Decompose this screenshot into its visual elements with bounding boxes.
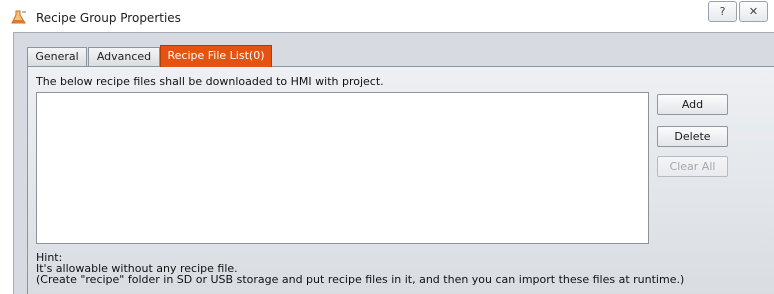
title-bar: Recipe Group Properties ? ✕ bbox=[0, 0, 774, 32]
hint-text: Hint: It's allowable without any recipe … bbox=[36, 252, 684, 285]
close-button[interactable]: ✕ bbox=[739, 1, 768, 22]
recipe-file-list[interactable] bbox=[36, 92, 649, 244]
recipe-flask-icon bbox=[11, 10, 26, 24]
help-button[interactable]: ? bbox=[708, 1, 737, 22]
add-button[interactable]: Add bbox=[657, 94, 728, 115]
help-icon: ? bbox=[719, 5, 726, 18]
close-icon: ✕ bbox=[748, 5, 759, 18]
clear-all-button[interactable]: Clear All bbox=[657, 156, 728, 177]
tab-general[interactable]: General bbox=[27, 47, 87, 66]
panel-description: The below recipe files shall be download… bbox=[36, 75, 384, 88]
tab-advanced[interactable]: Advanced bbox=[88, 47, 160, 66]
delete-button[interactable]: Delete bbox=[657, 126, 728, 147]
window-title: Recipe Group Properties bbox=[36, 11, 181, 25]
hint-line: (Create "recipe" folder in SD or USB sto… bbox=[36, 273, 685, 286]
tab-recipe-file-list[interactable]: Recipe File List(0) bbox=[160, 45, 272, 67]
